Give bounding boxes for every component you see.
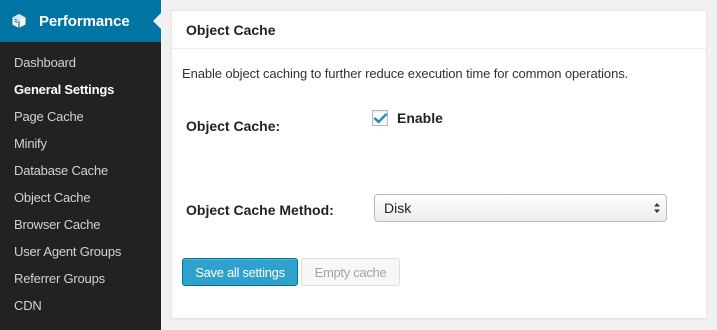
panel-title: Object Cache — [186, 21, 276, 38]
panel-header[interactable]: Object Cache — [172, 11, 706, 49]
sidebar-submenu: Dashboard General Settings Page Cache Mi… — [0, 42, 161, 319]
save-all-settings-button[interactable]: Save all settings — [182, 258, 298, 286]
admin-sidebar: Performance Dashboard General Settings P… — [0, 0, 162, 330]
sidebar-item-minify[interactable]: Minify — [0, 130, 161, 157]
sidebar-item-dashboard[interactable]: Dashboard — [0, 49, 161, 76]
enable-label: Enable — [397, 110, 443, 126]
w3tc-cube-icon — [10, 12, 28, 30]
select-arrows-icon — [654, 203, 660, 213]
sidebar-item-browser-cache[interactable]: Browser Cache — [0, 211, 161, 238]
sidebar-item-page-cache[interactable]: Page Cache — [0, 103, 161, 130]
sidebar-item-object-cache[interactable]: Object Cache — [0, 184, 161, 211]
checkmark-icon — [373, 112, 387, 123]
select-value: Disk — [384, 200, 412, 216]
sidebar-item-referrer-groups[interactable]: Referrer Groups — [0, 265, 161, 292]
object-cache-enable-checkbox[interactable] — [372, 110, 388, 126]
sidebar-item-database-cache[interactable]: Database Cache — [0, 157, 161, 184]
sidebar-item-general-settings[interactable]: General Settings — [0, 76, 161, 103]
object-cache-label: Object Cache: — [186, 118, 281, 134]
object-cache-method-label: Object Cache Method: — [186, 202, 334, 218]
sidebar-item-user-agent-groups[interactable]: User Agent Groups — [0, 238, 161, 265]
panel-description: Enable object caching to further reduce … — [182, 66, 629, 81]
empty-cache-button[interactable]: Empty cache — [301, 258, 400, 286]
object-cache-panel: Object Cache Enable object caching to fu… — [171, 10, 707, 319]
object-cache-method-select[interactable]: Disk — [374, 194, 667, 222]
object-cache-enable-toggle[interactable]: Enable — [372, 110, 443, 126]
sidebar-menu-title: Performance — [39, 12, 130, 30]
sidebar-menu-performance[interactable]: Performance — [0, 0, 162, 42]
sidebar-item-cdn[interactable]: CDN — [0, 292, 161, 319]
